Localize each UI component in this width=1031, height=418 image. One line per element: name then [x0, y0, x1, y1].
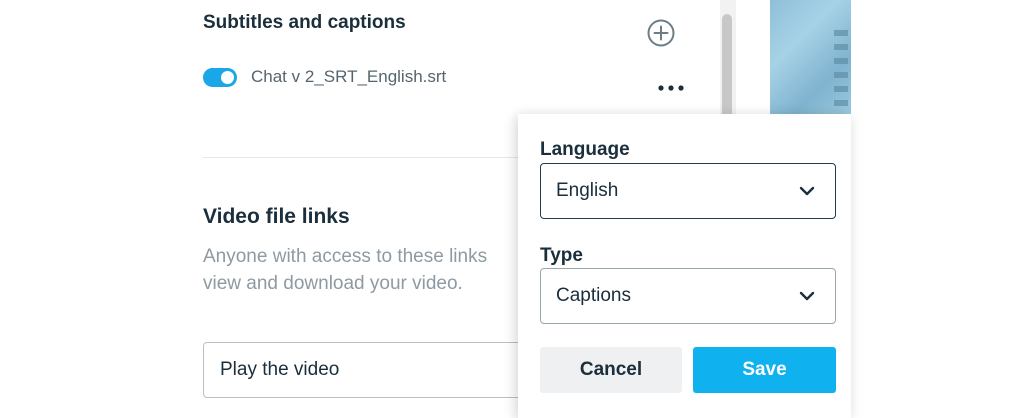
language-label: Language	[540, 139, 630, 160]
video-preview-image	[770, 0, 851, 115]
preview-texture	[834, 30, 848, 110]
plus-circle-icon	[647, 19, 675, 47]
chevron-down-icon	[799, 186, 815, 196]
language-select-value: English	[556, 180, 619, 201]
play-video-link-field[interactable]: Play the video	[203, 342, 543, 398]
cancel-button[interactable]: Cancel	[540, 347, 682, 393]
video-links-section-title: Video file links	[203, 205, 350, 228]
subtitle-file-name: Chat v 2_SRT_English.srt	[251, 67, 447, 86]
language-select[interactable]: English	[540, 163, 836, 219]
video-links-description: Anyone with access to these links view a…	[203, 243, 523, 297]
add-subtitle-button[interactable]	[646, 18, 676, 48]
subtitle-enabled-toggle[interactable]	[203, 68, 237, 87]
subtitle-more-options-button[interactable]	[654, 78, 688, 98]
section-divider	[203, 157, 523, 158]
type-select-value: Captions	[556, 285, 631, 306]
toggle-knob	[221, 71, 234, 84]
chevron-down-icon	[799, 291, 815, 301]
subtitles-section-title: Subtitles and captions	[203, 12, 406, 33]
video-links-description-line: Anyone with access to these links	[203, 246, 488, 267]
more-horizontal-icon	[658, 85, 684, 91]
video-links-description-line: view and download your video.	[203, 273, 463, 294]
type-label: Type	[540, 245, 583, 266]
type-select[interactable]: Captions	[540, 268, 836, 324]
subtitle-settings-popover: Language English Type Captions Cancel Sa…	[518, 114, 851, 418]
save-button[interactable]: Save	[693, 347, 836, 393]
